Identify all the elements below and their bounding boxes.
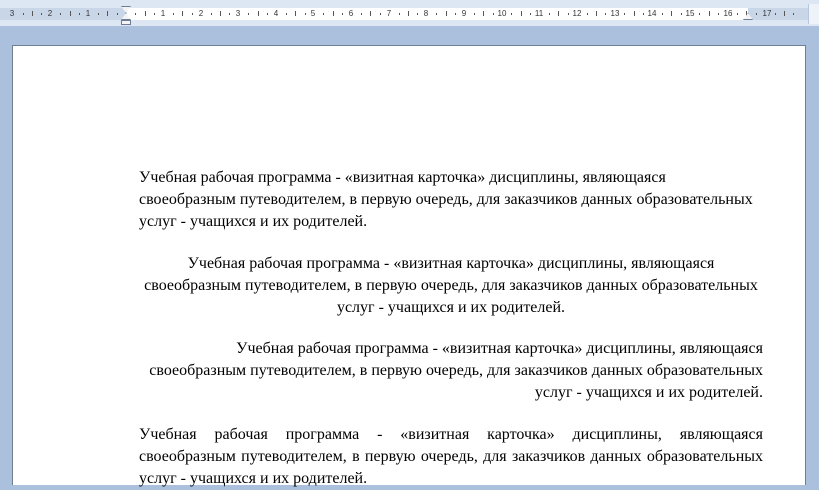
- paragraph-left-aligned[interactable]: Учебная рабочая программа - «визитная ка…: [139, 167, 763, 233]
- ruler-tick: [379, 13, 381, 15]
- ruler-label: 14: [647, 9, 657, 18]
- ruler-tick-half: [596, 11, 597, 16]
- ruler-tick: [154, 13, 156, 15]
- horizontal-ruler[interactable]: 3 2 1 1 2 3 4 5 6 7 8 9 10 11 12 13 14 1…: [0, 0, 819, 26]
- ruler-tick: [191, 13, 193, 15]
- ruler-tick: [97, 13, 99, 15]
- ruler-tick: [774, 13, 776, 15]
- ruler-tick: [229, 13, 231, 15]
- document-page[interactable]: Учебная рабочая программа - «визитная ка…: [12, 45, 806, 487]
- ruler-label: 2: [47, 9, 53, 18]
- ruler-tick: [699, 13, 701, 15]
- ruler-tick-half: [69, 11, 71, 16]
- ruler-tick: [417, 13, 419, 15]
- ruler-tick: [661, 13, 663, 15]
- ruler-tick-half: [520, 11, 522, 16]
- ruler-tick: [549, 13, 550, 15]
- ruler-tick-half: [182, 11, 184, 16]
- ruler-tick: [530, 13, 532, 15]
- ruler-tick: [492, 13, 494, 15]
- ruler-tick: [605, 13, 607, 15]
- ruler-tick: [473, 13, 475, 15]
- paragraph-right-aligned[interactable]: Учебная рабочая программа - «визитная ка…: [139, 338, 763, 404]
- ruler-tick: [41, 13, 43, 15]
- paragraph-justified[interactable]: Учебная рабочая программа - «визитная ка…: [139, 424, 763, 490]
- ruler-tick-half: [784, 11, 785, 16]
- ruler-right-margin: [748, 8, 808, 20]
- ruler-tick-half: [558, 11, 560, 16]
- ruler-label: 17: [762, 9, 772, 18]
- ruler-tick: [793, 13, 795, 15]
- ruler-tick-half: [445, 11, 447, 16]
- paragraph-center-aligned[interactable]: Учебная рабочая программа - «визитная ка…: [139, 253, 763, 319]
- ruler-tick: [248, 13, 250, 15]
- ruler-tick: [116, 13, 118, 15]
- ruler-tick: [210, 13, 212, 15]
- ruler-label: 1: [160, 9, 166, 18]
- ruler-tick-half: [332, 11, 334, 16]
- ruler-tick: [60, 13, 62, 15]
- ruler-tick-half: [671, 11, 673, 16]
- ruler-tick-half: [483, 11, 485, 16]
- ruler-tick-half: [408, 11, 409, 16]
- ruler-label: 6: [348, 9, 354, 18]
- ruler-tick: [737, 13, 738, 15]
- ruler-tick: [79, 13, 80, 15]
- ruler-label: 10: [497, 9, 507, 18]
- ruler-tick: [511, 13, 513, 15]
- ruler-tick: [323, 13, 325, 15]
- ruler-tick: [342, 13, 344, 15]
- ruler-label: 9: [461, 9, 467, 18]
- ruler-tick: [436, 13, 438, 15]
- ruler-tick-half: [107, 11, 109, 16]
- ruler-label: 7: [386, 9, 392, 18]
- ruler-label: 12: [572, 9, 582, 18]
- ruler-tick: [643, 13, 644, 15]
- ruler-tick: [755, 13, 757, 15]
- ruler-tick: [567, 13, 569, 15]
- ruler-tick-half: [220, 11, 221, 16]
- ruler-label: 5: [310, 9, 316, 18]
- ruler-tick-half: [708, 11, 710, 16]
- ruler-tick: [285, 13, 287, 15]
- ruler-label: 11: [534, 9, 544, 18]
- ruler-label: 8: [423, 9, 429, 18]
- ruler-tick: [624, 13, 626, 15]
- ruler-tick: [135, 13, 137, 15]
- ruler-tick: [718, 13, 720, 15]
- ruler-tick: [455, 13, 456, 15]
- ruler-tick: [304, 13, 306, 15]
- ruler-label: 1: [85, 9, 91, 18]
- ruler-label: 2: [198, 9, 204, 18]
- ruler-tick-half: [257, 11, 259, 16]
- ruler-label: 4: [273, 9, 279, 18]
- ruler-tick: [173, 13, 174, 15]
- ruler-label: 3: [235, 9, 241, 18]
- ruler-tick: [398, 13, 400, 15]
- ruler-tick-half: [633, 11, 635, 16]
- ruler-tick-half: [370, 11, 372, 16]
- ruler-tick: [267, 13, 268, 15]
- ruler-tick-half: [32, 11, 33, 16]
- ruler-tick: [22, 13, 24, 15]
- ruler-label: 15: [685, 9, 695, 18]
- ruler-tick: [361, 13, 362, 15]
- ruler-tick-half: [295, 11, 297, 16]
- ruler-label: 16: [723, 9, 733, 18]
- ruler-tick-half: [144, 11, 146, 16]
- ruler-tick: [680, 13, 682, 15]
- left-indent-marker[interactable]: [121, 20, 131, 25]
- ruler-label: 13: [610, 9, 620, 18]
- ruler-tick: [586, 13, 588, 15]
- ruler-label: 3: [9, 9, 15, 18]
- ruler-end-cap: [808, 4, 819, 24]
